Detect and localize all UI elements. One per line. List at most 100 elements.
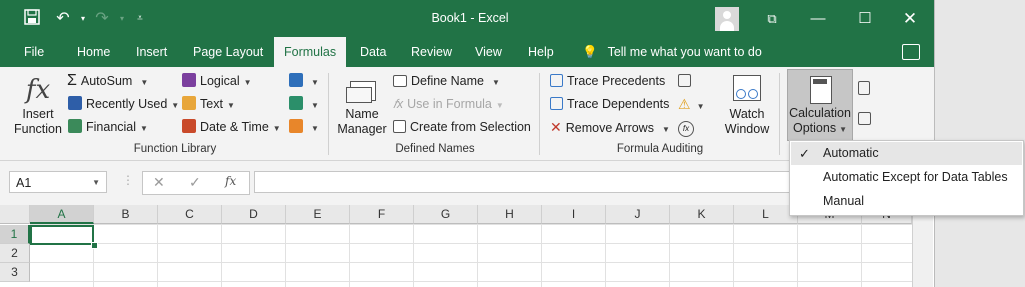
column-header[interactable]: I — [542, 205, 606, 224]
show-formulas-button[interactable] — [678, 71, 695, 91]
remove-arrows-button[interactable]: ✕ Remove Arrows ▼ — [550, 117, 670, 137]
chevron-down-icon: ▼ — [661, 125, 670, 134]
comments-icon[interactable] — [902, 44, 920, 60]
column-header[interactable]: D — [222, 205, 286, 224]
calculation-options-menu: ✓ Automatic Automatic Except for Data Ta… — [789, 140, 1024, 216]
close-icon[interactable]: ✕ — [900, 9, 920, 29]
row-header[interactable]: 3 — [0, 263, 30, 282]
tell-me-search[interactable]: 💡 Tell me what you want to do — [582, 37, 762, 67]
name-manager-icon — [336, 73, 388, 107]
chevron-down-icon[interactable]: ▼ — [92, 172, 100, 194]
menu-item-label: Automatic Except for Data Tables — [823, 170, 1008, 184]
tab-formulas[interactable]: Formulas — [274, 37, 347, 67]
minimize-icon[interactable]: — — [808, 9, 828, 29]
column-header[interactable]: E — [286, 205, 350, 224]
customize-qat-icon[interactable]: ⩡ — [130, 9, 150, 29]
grid-icon — [393, 120, 406, 133]
financial-button[interactable]: Financial ▼ — [68, 117, 148, 137]
insert-function-fx-icon[interactable]: fx — [225, 174, 236, 188]
watch-window-icon — [722, 73, 772, 107]
date-time-label: Date & Time — [200, 120, 269, 134]
date-time-button[interactable]: Date & Time ▼ — [182, 117, 281, 137]
use-in-formula-button: 𝑓x Use in Formula ▼ — [393, 94, 504, 114]
lightbulb-icon: 💡 — [582, 45, 598, 59]
trace-dependents-button[interactable]: Trace Dependents — [550, 94, 669, 114]
autosum-button[interactable]: Σ AutoSum ▼ — [67, 71, 148, 91]
text-button[interactable]: Text ▼ — [182, 94, 235, 114]
insert-function-button[interactable]: fx Insert Function — [10, 73, 66, 137]
trace-precedents-label: Trace Precedents — [567, 74, 666, 88]
column-header[interactable]: C — [158, 205, 222, 224]
column-header[interactable]: F — [350, 205, 414, 224]
tab-file[interactable]: File — [14, 37, 54, 67]
clock-icon — [182, 119, 196, 133]
chevron-down-icon: ▼ — [171, 101, 180, 110]
name-manager-button[interactable]: Name Manager — [336, 73, 388, 137]
selected-cell[interactable] — [30, 225, 94, 245]
maximize-icon[interactable]: ☐ — [855, 9, 875, 29]
tab-review[interactable]: Review — [401, 37, 462, 67]
trace-precedents-button[interactable]: Trace Precedents — [550, 71, 665, 91]
recently-used-button[interactable]: Recently Used ▼ — [68, 94, 179, 114]
chevron-down-icon: ▼ — [140, 78, 149, 87]
chevron-down-icon: ▼ — [696, 102, 705, 111]
lookup-reference-button[interactable]: ▼ — [289, 71, 319, 91]
logical-button[interactable]: Logical ▼ — [182, 71, 252, 91]
calculate-sheet-button[interactable] — [858, 109, 875, 129]
tab-insert[interactable]: Insert — [126, 37, 177, 67]
worksheet-grid: A B C D E F G H I J K L M N 1 2 3 ▲ — [0, 205, 934, 287]
chevron-down-icon: ▼ — [311, 101, 319, 110]
row-header[interactable]: 2 — [0, 244, 30, 263]
calculate-sheet-icon — [858, 112, 871, 125]
evaluate-formula-button[interactable]: fx — [678, 117, 694, 137]
error-checking-button[interactable]: ⚠ ▼ — [678, 94, 704, 114]
financial-icon — [68, 119, 82, 133]
save-icon[interactable] — [22, 9, 42, 29]
math-trig-button[interactable]: ▼ — [289, 94, 319, 114]
fill-handle[interactable] — [91, 242, 98, 249]
group-separator — [328, 73, 329, 155]
tab-data[interactable]: Data — [350, 37, 396, 67]
menu-item-manual[interactable]: Manual — [791, 190, 1022, 213]
group-label-defined-names: Defined Names — [395, 143, 475, 155]
ribbon-display-icon[interactable]: ⧉ — [762, 9, 782, 29]
show-formulas-icon — [678, 74, 691, 87]
avatar[interactable] — [715, 7, 739, 31]
calculate-now-icon — [858, 81, 870, 95]
tab-home[interactable]: Home — [67, 37, 120, 67]
fx-icon: fx — [25, 75, 51, 105]
undo-icon[interactable]: ↶ — [53, 9, 73, 29]
cells-area[interactable] — [30, 224, 912, 287]
calculate-now-button[interactable] — [858, 79, 874, 99]
define-name-button[interactable]: Define Name ▼ — [393, 71, 500, 91]
column-header[interactable]: K — [670, 205, 734, 224]
menu-item-automatic-except-data-tables[interactable]: Automatic Except for Data Tables — [791, 166, 1022, 189]
watch-window-button[interactable]: Watch Window — [722, 73, 772, 137]
group-label-function-library: Function Library — [133, 143, 217, 155]
chevron-down-icon: ▼ — [140, 124, 148, 133]
create-from-selection-button[interactable]: Create from Selection — [393, 117, 531, 137]
menu-item-automatic[interactable]: ✓ Automatic — [791, 142, 1022, 165]
tab-view[interactable]: View — [465, 37, 512, 67]
text-label: Text — [200, 97, 223, 111]
column-header[interactable]: G — [414, 205, 478, 224]
select-all-corner[interactable] — [0, 205, 30, 224]
vertical-scrollbar[interactable]: ▲ — [912, 205, 933, 287]
row-header[interactable]: 1 — [0, 225, 30, 244]
tab-page-layout[interactable]: Page Layout — [183, 37, 273, 67]
group-separator — [779, 73, 780, 155]
logical-label: Logical — [200, 74, 240, 88]
column-header[interactable]: J — [606, 205, 670, 224]
tab-help[interactable]: Help — [518, 37, 564, 67]
column-header[interactable]: B — [94, 205, 158, 224]
name-manager-label-1: Name — [345, 107, 379, 121]
undo-dropdown-icon[interactable]: ▾ — [73, 9, 93, 29]
column-header[interactable]: A — [30, 205, 94, 224]
column-header[interactable]: H — [478, 205, 542, 224]
menu-item-label: Manual — [823, 194, 864, 208]
calculation-options-label-2: Options ▼ — [792, 121, 847, 135]
name-box[interactable]: A1 ▼ — [9, 171, 107, 193]
window-title: Book1 - Excel — [431, 11, 509, 25]
more-functions-button[interactable]: ▼ — [289, 117, 319, 137]
calculation-options-button[interactable]: Calculation Options ▼ — [787, 69, 853, 141]
